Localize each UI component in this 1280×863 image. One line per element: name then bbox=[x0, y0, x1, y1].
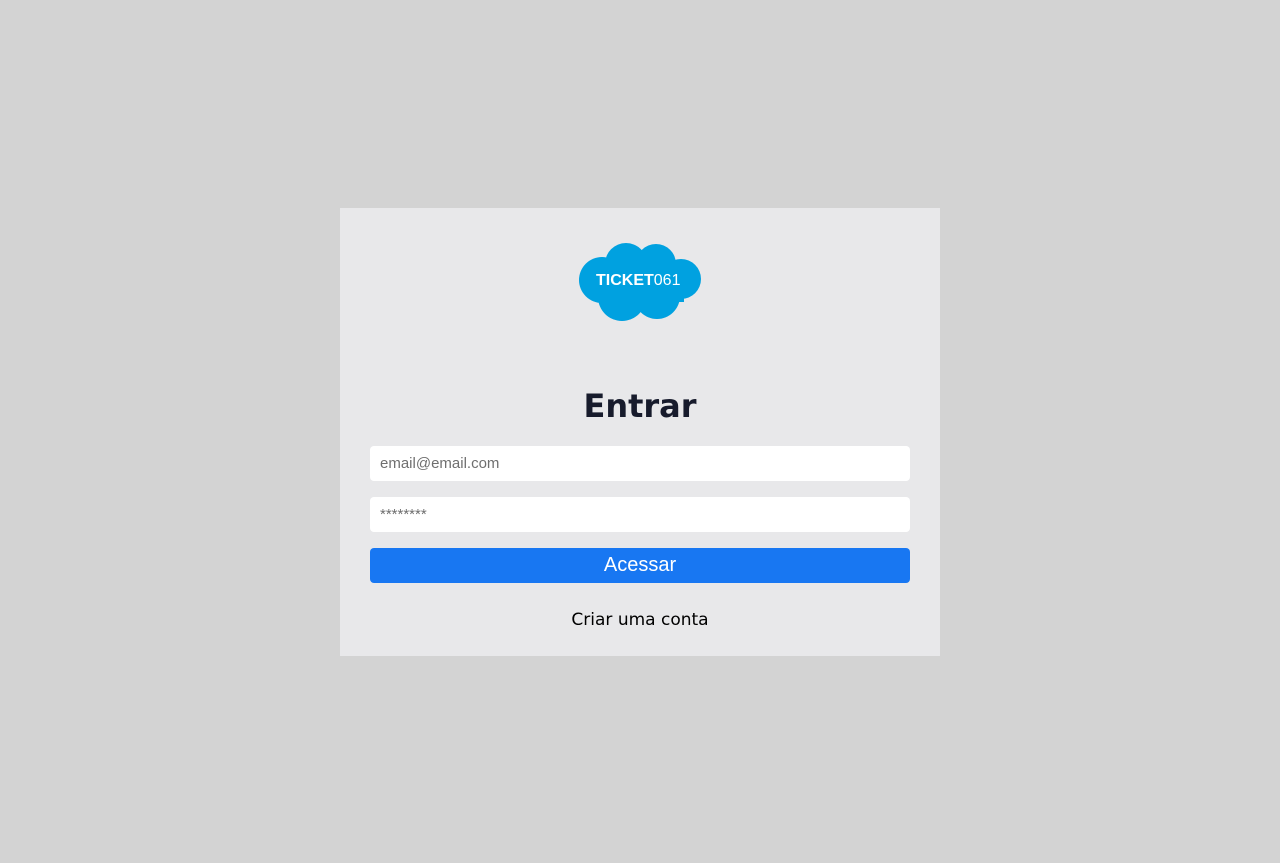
email-field[interactable] bbox=[370, 446, 910, 481]
ticket061-logo: TICKET061 bbox=[578, 242, 702, 322]
signup-link[interactable]: Criar uma conta bbox=[340, 608, 940, 632]
password-field[interactable] bbox=[370, 497, 910, 532]
svg-text:TICKET061: TICKET061 bbox=[596, 272, 681, 289]
cloud-logo-icon: TICKET061 bbox=[579, 243, 701, 321]
logo-text-light: 061 bbox=[654, 272, 681, 289]
login-button[interactable]: Acessar bbox=[370, 548, 910, 583]
logo-text-bold: TICKET bbox=[596, 272, 654, 289]
page-title: Entrar bbox=[583, 387, 697, 425]
login-card: TICKET061 Entrar Acessar Criar uma conta bbox=[340, 208, 940, 656]
